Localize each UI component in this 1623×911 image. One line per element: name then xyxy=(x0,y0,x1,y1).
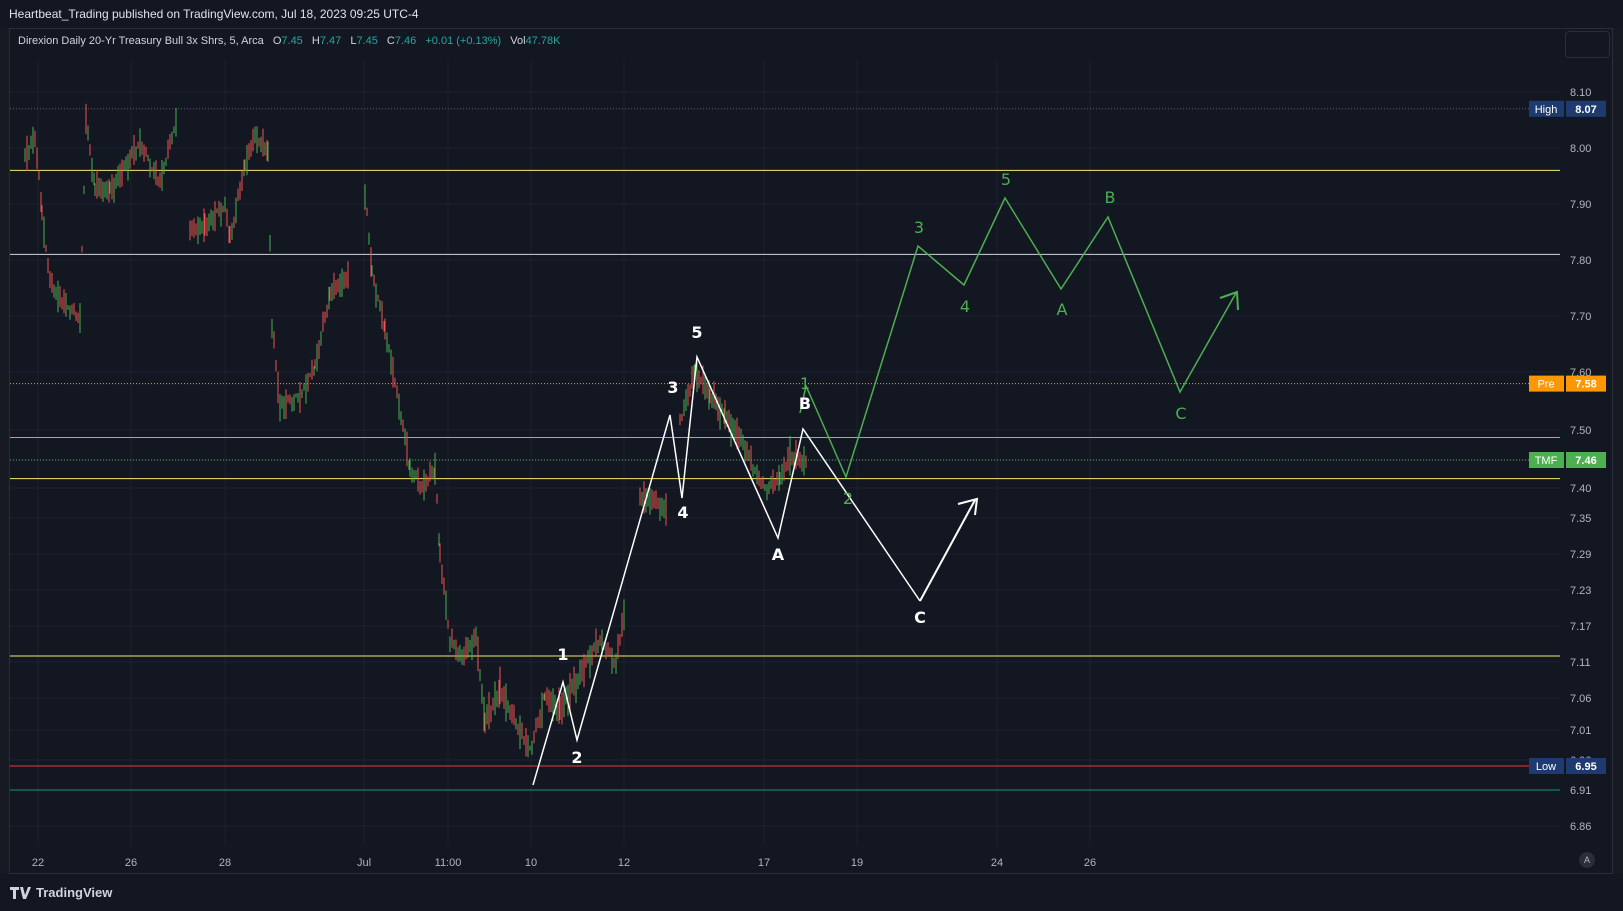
wave-label-green: 1 xyxy=(800,374,810,393)
price-tick: 8.10 xyxy=(1570,87,1591,99)
price-tick: 6.86 xyxy=(1570,821,1591,833)
time-tick: 10 xyxy=(525,857,537,869)
bottom-bar xyxy=(0,874,1623,911)
wave-label-green: B xyxy=(1105,188,1116,207)
price-tick: 6.91 xyxy=(1570,785,1591,797)
auto-scale-button[interactable]: A xyxy=(1579,852,1595,868)
wave-label-white: 2 xyxy=(571,748,582,767)
white-arrow-shaft xyxy=(919,499,976,602)
time-tick: 17 xyxy=(758,857,770,869)
price-tag-value: 6.95 xyxy=(1575,761,1596,773)
price-tick: 7.11 xyxy=(1570,657,1591,669)
price-tick: 7.01 xyxy=(1570,725,1591,737)
price-tick: 7.29 xyxy=(1570,549,1591,561)
wave-label-white: C xyxy=(914,608,926,627)
price-tag-name: TMF xyxy=(1535,455,1558,467)
time-tick: 26 xyxy=(125,857,137,869)
time-tick: 26 xyxy=(1084,857,1096,869)
wave-label-white: 3 xyxy=(667,378,678,397)
price-tag-name: High xyxy=(1535,104,1558,116)
price-tick: 7.06 xyxy=(1570,693,1591,705)
price-tick: 7.50 xyxy=(1570,425,1591,437)
price-tag-value: 8.07 xyxy=(1575,104,1596,116)
price-tick: 8.00 xyxy=(1570,143,1591,155)
time-tick: 22 xyxy=(32,857,44,869)
price-tick: 7.70 xyxy=(1570,311,1591,323)
wave-label-green: 5 xyxy=(1001,170,1011,189)
horizontal-levels xyxy=(10,108,1560,791)
price-chart[interactable]: 12345ABC12345ABC 8.108.007.907.807.707.6… xyxy=(0,0,1623,911)
price-tick: 7.40 xyxy=(1570,483,1591,495)
green-wave-path xyxy=(799,196,1237,480)
wave-label-white: 1 xyxy=(557,645,568,664)
price-tag-name: Pre xyxy=(1537,379,1554,391)
price-tick: 7.35 xyxy=(1570,513,1591,525)
time-tick: 28 xyxy=(219,857,231,869)
wave-label-green: A xyxy=(1057,300,1068,319)
price-tick: 7.23 xyxy=(1570,585,1591,597)
white-wave-path xyxy=(532,354,921,786)
wave-label-white: 5 xyxy=(691,323,702,342)
time-tick: 12 xyxy=(618,857,630,869)
time-tick: 11:00 xyxy=(435,857,462,869)
price-tag-value: 7.46 xyxy=(1575,455,1596,467)
tradingview-icon xyxy=(10,886,31,899)
price-tag-value: 7.58 xyxy=(1575,379,1596,391)
time-tick: 24 xyxy=(991,857,1003,869)
wave-label-green: 3 xyxy=(914,218,924,237)
price-tick: 7.80 xyxy=(1570,255,1591,267)
elliott-wave-paths: 1 2 3 4 5 A B C 1 2 3 4 5 A B C xyxy=(532,170,1239,786)
wave-label-green: 4 xyxy=(960,297,970,316)
time-axis[interactable]: 22 26 28 Jul 11:00 10 12 17 19 24 26 xyxy=(32,857,1096,869)
wave-label-white: 4 xyxy=(677,503,688,522)
time-tick: Jul xyxy=(357,857,371,869)
wave-label-white: B xyxy=(799,394,811,413)
price-tick: 7.17 xyxy=(1570,621,1591,633)
brand-label: TradingView xyxy=(36,885,113,900)
tradingview-logo[interactable]: TradingView xyxy=(10,885,112,900)
price-tick: 7.90 xyxy=(1570,199,1591,211)
time-tick: 19 xyxy=(851,857,863,869)
price-tag-name: Low xyxy=(1536,761,1556,773)
wave-label-white: A xyxy=(772,545,785,564)
wave-label-green: 2 xyxy=(843,489,853,508)
wave-label-green: C xyxy=(1175,404,1186,423)
